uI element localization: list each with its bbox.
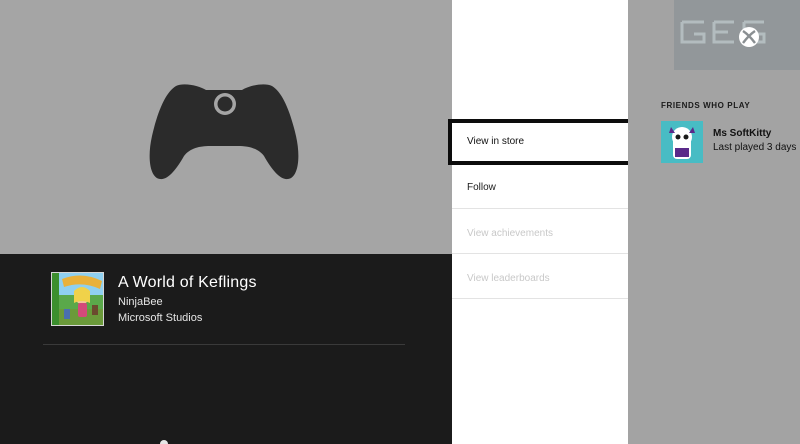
controller-icon (149, 84, 299, 180)
menu-item-view-leaderboards[interactable]: View leaderboards (452, 256, 628, 301)
friend-status: Last played 3 days (713, 142, 797, 153)
game-hero-image (0, 0, 452, 254)
menu-item-follow[interactable]: Follow (452, 165, 628, 210)
avatar[interactable] (661, 121, 703, 163)
game-publisher: Microsoft Studios (118, 312, 203, 324)
friends-who-play-header: FRIENDS WHO PLAY (661, 101, 751, 110)
scroll-indicator (160, 440, 168, 444)
info-divider (43, 344, 405, 345)
game-developer: NinjaBee (118, 296, 163, 308)
game-boxart (51, 272, 104, 326)
friend-name[interactable]: Ms SoftKitty (713, 128, 771, 139)
menu-item-label: View in store (467, 136, 525, 147)
xbox-logo-icon (739, 27, 759, 47)
menu-item-view-achievements[interactable]: View achievements (452, 211, 628, 256)
game-tile[interactable] (674, 0, 800, 70)
menu-item-view-in-store[interactable]: View in store (448, 119, 633, 165)
actions-menu: Follow View achievements View leaderboar… (452, 0, 628, 444)
game-title: A World of Keflings (118, 274, 257, 291)
